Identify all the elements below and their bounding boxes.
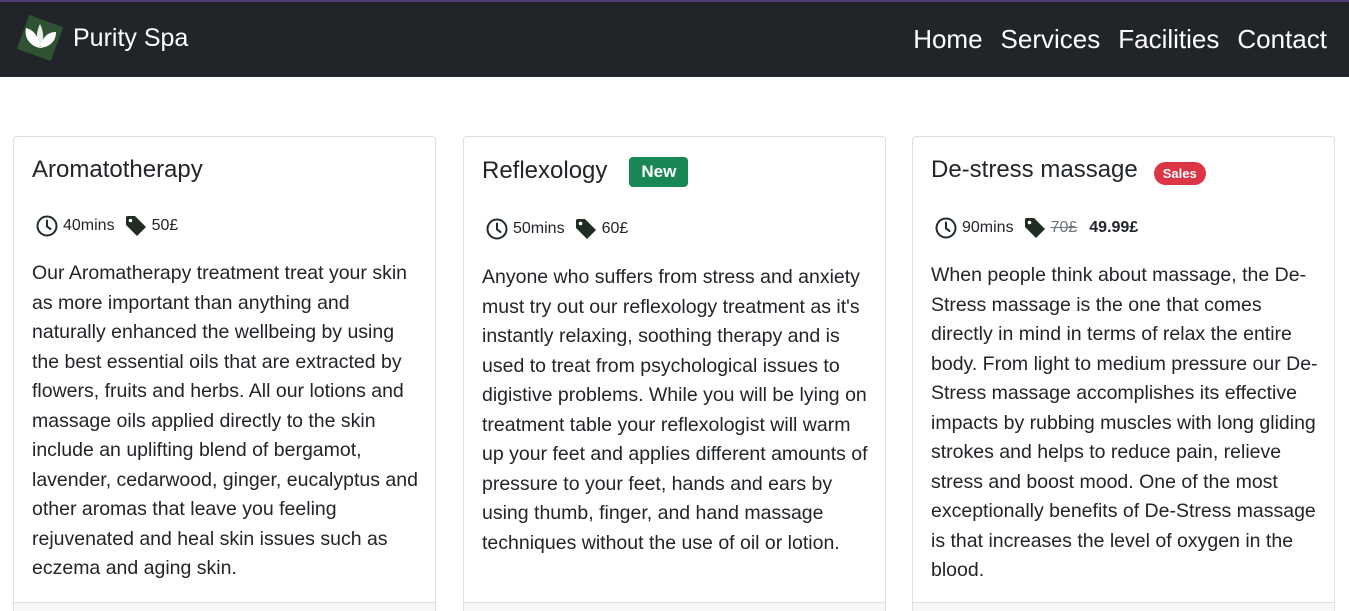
clock-icon <box>935 217 957 239</box>
card-title: De-stress massage Sales <box>931 156 1206 185</box>
navbar: Purity Spa Home Services Facilities Cont… <box>0 2 1349 77</box>
nav-facilities[interactable]: Facilities <box>1118 23 1219 55</box>
sale-price: 49.99£ <box>1089 219 1139 236</box>
service-title: Reflexology <box>482 157 608 184</box>
brand-name: Purity Spa <box>73 23 189 52</box>
duration: 50mins <box>513 220 565 237</box>
service-description: When people think about massage, the De-… <box>931 264 1318 581</box>
lotus-leaf-logo-icon <box>16 14 64 62</box>
nav-contact[interactable]: Contact <box>1237 23 1327 55</box>
service-meta: 50mins 60£ <box>486 218 628 240</box>
service-description: Anyone who suffers from stress and anxie… <box>482 266 868 554</box>
service-meta: 40mins 50£ <box>36 215 178 237</box>
clock-icon <box>36 215 58 237</box>
clock-icon <box>486 218 508 240</box>
nav-services[interactable]: Services <box>1001 23 1101 55</box>
price-tag-icon <box>125 216 146 236</box>
service-title: Aromatotherapy <box>32 156 203 183</box>
card-title: Reflexology New <box>482 156 689 187</box>
nav-menu: Home Services Facilities Contact <box>895 23 1327 55</box>
service-meta: 90mins 70£ 49.99£ <box>935 217 1138 239</box>
service-description: Our Aromatherapy treatment treat your sk… <box>32 262 418 579</box>
card-footer <box>913 602 1334 611</box>
service-card-destress-massage: De-stress massage Sales 90mins 70£ 49.99… <box>912 136 1335 611</box>
card-title: Aromatotherapy <box>32 156 203 184</box>
price: 50£ <box>151 217 179 234</box>
brand-link[interactable]: Purity Spa <box>12 10 188 66</box>
service-card-aromatherapy: Aromatotherapy 40mins 50£ Our Aromathera… <box>13 136 436 611</box>
service-title: De-stress massage <box>931 156 1138 183</box>
old-price: 70£ <box>1050 219 1078 236</box>
new-badge: New <box>629 157 689 187</box>
duration: 40mins <box>63 217 115 234</box>
duration: 90mins <box>962 219 1014 236</box>
price: 60£ <box>601 220 629 237</box>
price-tag-icon <box>1024 218 1045 238</box>
nav-home[interactable]: Home <box>913 23 982 55</box>
price-tag-icon <box>575 219 596 239</box>
sale-badge: Sales <box>1153 161 1206 185</box>
service-card-reflexology: Reflexology New 50mins 60£ Anyone who su… <box>463 136 886 611</box>
card-footer <box>14 602 435 611</box>
card-footer <box>464 602 885 611</box>
